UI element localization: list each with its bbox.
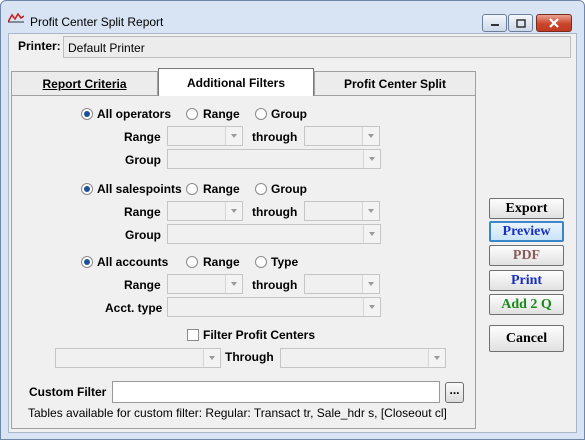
cancel-button[interactable]: Cancel <box>489 325 564 352</box>
tab-report-criteria[interactable]: Report Criteria <box>11 71 158 95</box>
custom-filter-tables-note: Tables available for custom filter: Regu… <box>28 406 447 420</box>
minimize-button[interactable] <box>482 14 507 32</box>
report-app-icon <box>8 13 24 23</box>
salespoints-group-label: Group <box>125 228 161 242</box>
all-operators-label: All operators <box>97 107 172 121</box>
chevron-down-icon <box>362 127 379 145</box>
close-icon <box>549 18 559 28</box>
custom-filter-browse-button[interactable]: ... <box>445 382 464 403</box>
operators-group-radio[interactable] <box>255 108 267 120</box>
operators-group-select[interactable] <box>167 149 381 169</box>
salespoints-range-from-select[interactable] <box>167 201 243 221</box>
dialog-client-area: Printer: Default Printer Report Criteria… <box>8 33 577 433</box>
accounts-through-label: through <box>252 278 298 292</box>
profit-center-through-label: Through <box>225 350 274 364</box>
salespoints-group-select[interactable] <box>167 224 381 244</box>
custom-filter-label: Custom Filter <box>29 385 107 399</box>
accounts-range-radio[interactable] <box>186 256 198 268</box>
accounts-type-label: Acct. type <box>105 301 163 315</box>
all-salespoints-radio[interactable] <box>81 183 93 195</box>
salespoints-group-radio[interactable] <box>255 183 267 195</box>
salespoints-range-label: Range <box>124 205 161 219</box>
chevron-down-icon <box>363 225 380 243</box>
chevron-down-icon <box>362 202 379 220</box>
chevron-down-icon <box>363 298 380 316</box>
chevron-down-icon <box>362 275 379 293</box>
window-title: Profit Center Split Report <box>30 15 164 29</box>
accounts-type-select[interactable] <box>167 297 381 317</box>
profit-center-to-select[interactable] <box>280 348 446 368</box>
maximize-icon <box>515 18 526 28</box>
operators-range-from-select[interactable] <box>167 126 243 146</box>
filter-profit-centers-label: Filter Profit Centers <box>203 328 316 342</box>
salespoints-range-radio[interactable] <box>186 183 198 195</box>
add-to-queue-button[interactable]: Add 2 Q <box>489 294 564 315</box>
printer-label: Printer: <box>18 39 61 53</box>
operators-range-to-select[interactable] <box>304 126 380 146</box>
operators-group-label: Group <box>125 153 161 167</box>
accounts-type-radio[interactable] <box>255 256 267 268</box>
operators-range-label: Range <box>124 130 161 144</box>
accounts-range-from-select[interactable] <box>167 274 243 294</box>
printer-field[interactable]: Default Printer <box>63 36 571 58</box>
print-button[interactable]: Print <box>489 270 564 291</box>
operators-through-label: through <box>252 130 298 144</box>
close-button[interactable] <box>536 14 572 32</box>
accounts-range-label: Range <box>124 278 161 292</box>
chevron-down-icon <box>225 202 242 220</box>
all-salespoints-label: All salespoints <box>97 182 182 196</box>
all-accounts-radio[interactable] <box>81 256 93 268</box>
filter-profit-centers-checkbox[interactable] <box>187 329 199 341</box>
accounts-range-to-select[interactable] <box>304 274 380 294</box>
preview-button[interactable]: Preview <box>489 221 564 242</box>
accounts-type-radio-label: Type <box>271 255 299 269</box>
operators-range-radio-label: Range <box>203 107 240 121</box>
tab-additional-filters[interactable]: Additional Filters <box>158 68 314 96</box>
export-button[interactable]: Export <box>489 198 564 219</box>
title-bar[interactable]: Profit Center Split Report <box>1 1 584 33</box>
operators-group-radio-label: Group <box>271 107 307 121</box>
all-accounts-label: All accounts <box>97 255 169 269</box>
additional-filters-panel: All operators Range Group Range through … <box>11 95 476 429</box>
chevron-down-icon <box>363 150 380 168</box>
chevron-down-icon <box>203 349 220 367</box>
salespoints-range-radio-label: Range <box>203 182 240 196</box>
salespoints-range-to-select[interactable] <box>304 201 380 221</box>
chevron-down-icon <box>225 127 242 145</box>
pdf-button[interactable]: PDF <box>489 245 564 266</box>
tab-profit-center-split[interactable]: Profit Center Split <box>314 71 476 95</box>
minimize-icon <box>490 24 499 26</box>
chevron-down-icon <box>225 275 242 293</box>
accounts-range-radio-label: Range <box>203 255 240 269</box>
maximize-button[interactable] <box>508 14 533 32</box>
profit-center-from-select[interactable] <box>55 348 221 368</box>
all-operators-radio[interactable] <box>81 108 93 120</box>
salespoints-group-radio-label: Group <box>271 182 307 196</box>
report-window: Profit Center Split Report Printer: Defa… <box>0 0 585 440</box>
salespoints-through-label: through <box>252 205 298 219</box>
chevron-down-icon <box>428 349 445 367</box>
operators-range-radio[interactable] <box>186 108 198 120</box>
custom-filter-input[interactable] <box>112 381 440 403</box>
